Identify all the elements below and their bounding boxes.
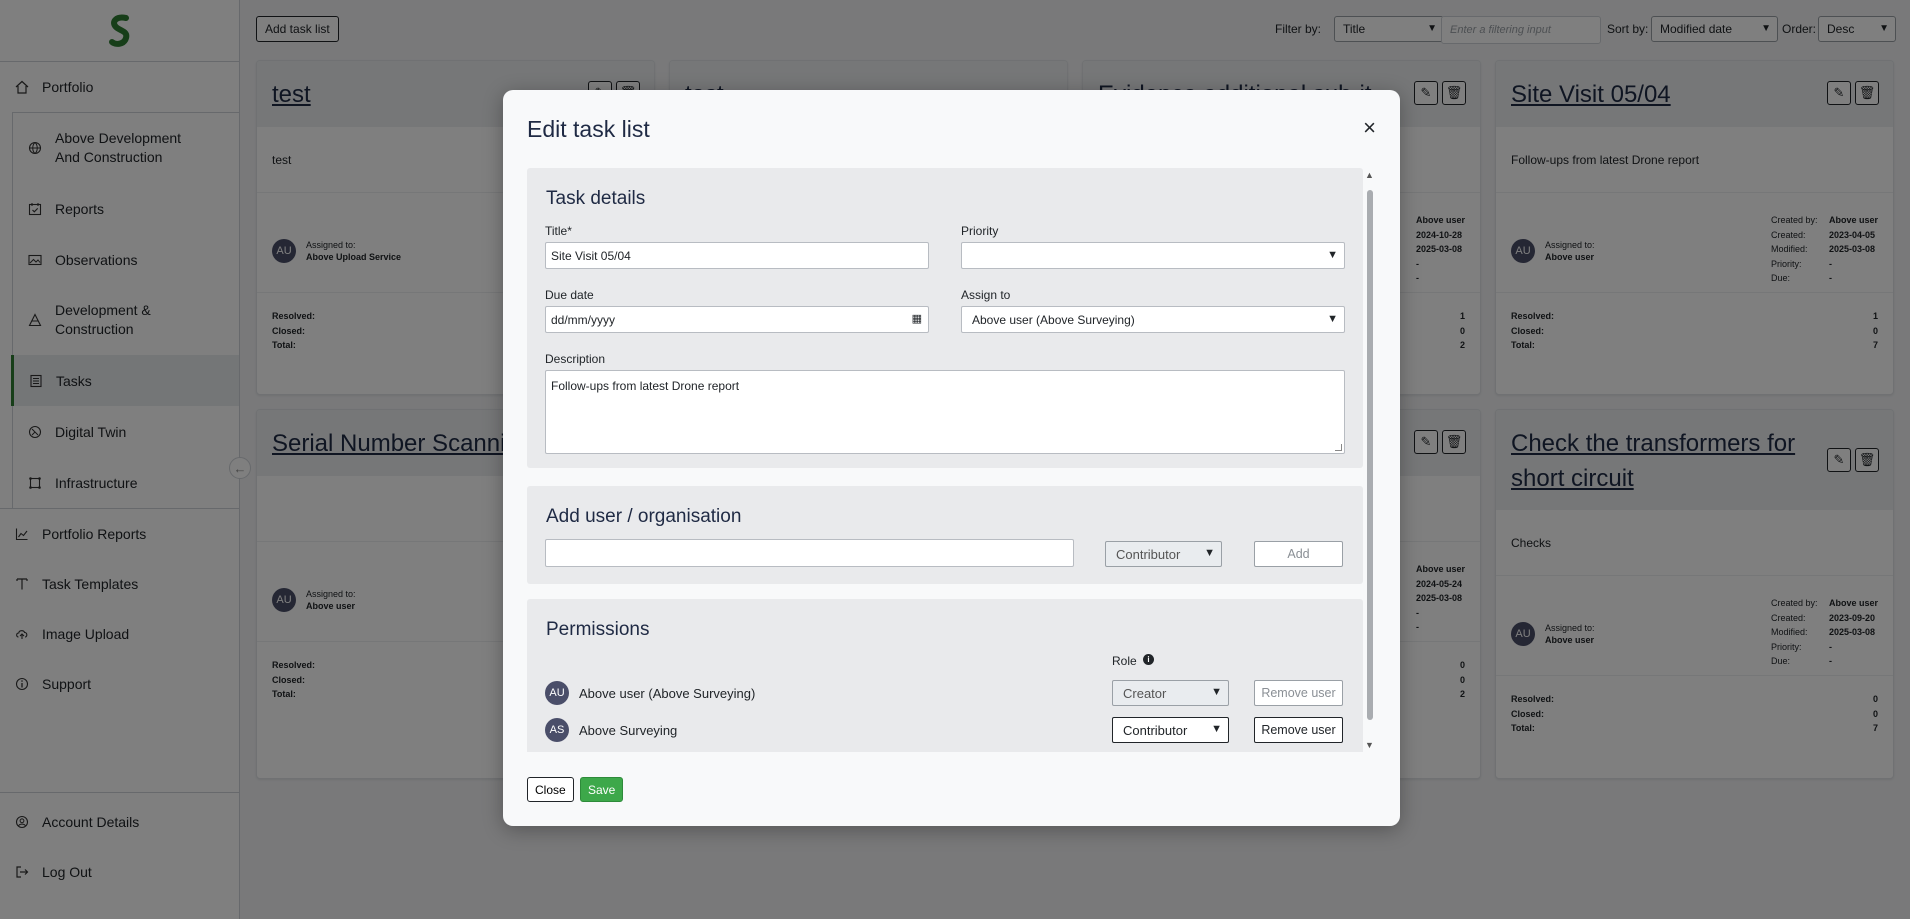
chevron-down-icon: ▼ bbox=[1327, 249, 1338, 261]
chevron-down-icon: ▼ bbox=[1211, 723, 1222, 735]
info-icon[interactable]: i bbox=[1143, 654, 1155, 665]
remove-user-button[interactable]: Remove user bbox=[1254, 717, 1343, 743]
scrollbar-thumb[interactable] bbox=[1367, 190, 1373, 720]
add-user-section: Add user / organisation Contributor ▼ Ad… bbox=[527, 486, 1363, 584]
add-user-input[interactable] bbox=[545, 539, 1074, 567]
remove-user-button: Remove user bbox=[1254, 680, 1343, 706]
calendar-icon[interactable]: ▦ bbox=[912, 312, 922, 325]
modal-title: Edit task list bbox=[527, 116, 650, 142]
close-icon[interactable]: × bbox=[1363, 117, 1376, 139]
chevron-down-icon: ▼ bbox=[1204, 547, 1215, 559]
add-user-button[interactable]: Add bbox=[1254, 541, 1343, 567]
priority-select[interactable]: ▼ bbox=[961, 242, 1345, 269]
save-button[interactable]: Save bbox=[580, 777, 624, 802]
title-input[interactable]: Site Visit 05/04 bbox=[545, 242, 929, 269]
role-value: Contributor bbox=[1123, 723, 1188, 738]
modal-body: Task details Title* Site Visit 05/04 Pri… bbox=[527, 168, 1363, 752]
description-value: Follow-ups from latest Drone report bbox=[551, 379, 740, 393]
scroll-down-icon[interactable]: ▼ bbox=[1365, 740, 1374, 750]
assign-to-value: Above user (Above Surveying) bbox=[972, 313, 1135, 327]
section-heading: Add user / organisation bbox=[546, 506, 742, 527]
assign-to-label: Assign to bbox=[961, 288, 1011, 302]
title-label: Title* bbox=[545, 224, 572, 238]
permissions-section: Permissions Role i AU Above user (Above … bbox=[527, 599, 1363, 752]
priority-label: Priority bbox=[961, 224, 999, 238]
scroll-up-icon[interactable]: ▲ bbox=[1365, 170, 1374, 180]
task-details-section: Task details Title* Site Visit 05/04 Pri… bbox=[527, 168, 1363, 468]
chevron-down-icon: ▼ bbox=[1327, 313, 1338, 325]
role-value: Creator bbox=[1123, 686, 1167, 701]
assign-to-select[interactable]: Above user (Above Surveying) ▼ bbox=[961, 306, 1345, 333]
permission-role-select[interactable]: Contributor ▼ bbox=[1112, 717, 1229, 743]
description-textarea[interactable]: Follow-ups from latest Drone report bbox=[545, 370, 1345, 454]
add-user-role-select[interactable]: Contributor ▼ bbox=[1105, 541, 1222, 567]
due-date-value: dd/mm/yyyy bbox=[551, 313, 616, 327]
avatar: AU bbox=[545, 681, 569, 705]
due-date-input[interactable]: dd/mm/yyyy ▦ bbox=[545, 306, 929, 333]
description-label: Description bbox=[545, 352, 606, 366]
role-header: Role i bbox=[1112, 654, 1155, 668]
permission-user-name: Above Surveying bbox=[579, 722, 678, 738]
permission-role-select: Creator ▼ bbox=[1112, 680, 1229, 706]
edit-task-list-modal: Edit task list × Task details Title* Sit… bbox=[503, 90, 1400, 826]
modal-scrollbar[interactable]: ▲ ▼ bbox=[1364, 168, 1376, 752]
section-heading: Task details bbox=[546, 188, 646, 209]
chevron-down-icon: ▼ bbox=[1211, 686, 1222, 698]
avatar: AS bbox=[545, 718, 569, 742]
permission-row: AS Above Surveying bbox=[545, 718, 677, 742]
close-button[interactable]: Close bbox=[527, 777, 574, 802]
role-header-label: Role bbox=[1112, 654, 1137, 668]
resize-handle-icon[interactable] bbox=[1335, 444, 1342, 451]
due-date-label: Due date bbox=[545, 288, 594, 302]
permission-row: AU Above user (Above Surveying) bbox=[545, 681, 755, 705]
role-value: Contributor bbox=[1116, 547, 1181, 562]
permission-user-name: Above user (Above Surveying) bbox=[579, 685, 756, 701]
section-heading: Permissions bbox=[546, 619, 650, 640]
